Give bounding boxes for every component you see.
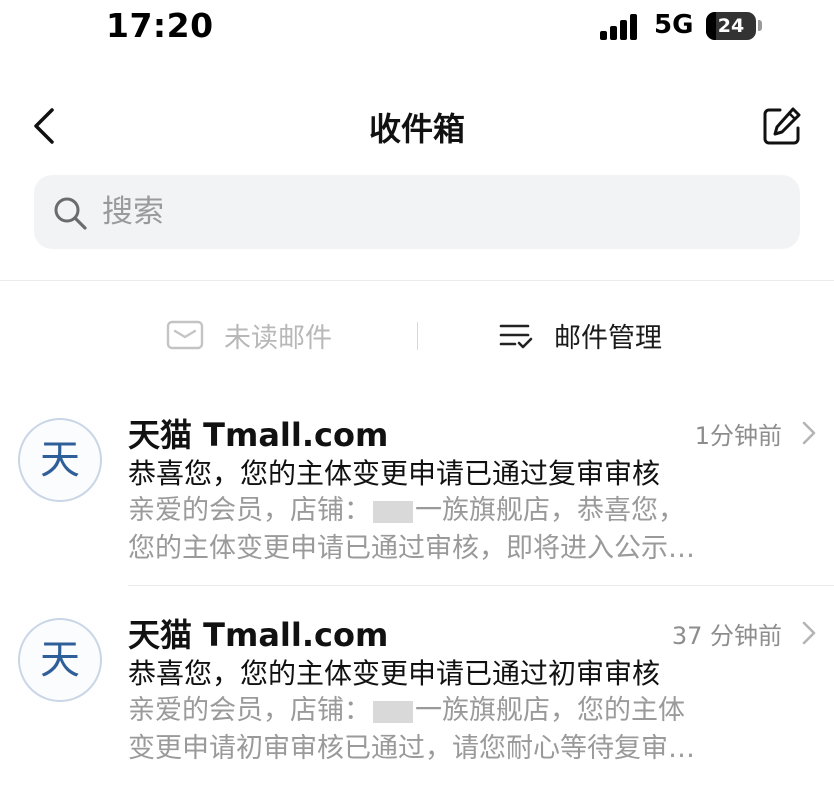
mail-list-item[interactable]: 天 天猫 Tmall.com 37 分钟前 恭喜您，您的主体变更申请已通过初审审… [0,602,834,792]
mail-time: 1分钟前 [694,422,782,450]
mail-manage-button[interactable]: 邮件管理 [498,312,662,358]
manage-list-icon [499,324,533,349]
unread-mail-label: 未读邮件 [224,322,332,354]
network-type: 5G [654,10,694,40]
page-title: 收件箱 [368,110,465,148]
chevron-right-icon [802,421,816,445]
envelope-icon [166,320,204,350]
mail-list-item[interactable]: 天 天猫 Tmall.com 1分钟前 恭喜您，您的主体变更申请已通过复审审核 … [0,402,834,592]
status-bar: 17:20 5G 24 [0,0,834,60]
nav-bar: 收件箱 [0,90,834,160]
mail-preview-text: 一族旗舰店，您的主体 [415,695,685,726]
mail-preview-line: 变更申请初审审核已通过，请您耐心等待复审… [128,733,695,764]
section-divider [0,280,834,281]
mail-subject: 恭喜您，您的主体变更申请已通过复审审核 [128,457,661,490]
mail-preview-line: 亲爱的会员，店铺： 一族旗舰店，恭喜您， [128,492,788,530]
list-divider [128,585,834,586]
search-input[interactable] [100,175,782,249]
filter-bar: 未读邮件 邮件管理 [0,300,834,370]
chevron-right-icon [802,621,816,645]
mail-time: 37 分钟前 [671,622,782,650]
avatar: 天 [18,618,102,702]
mail-preview-text: 一族旗舰店，恭喜您， [415,495,685,526]
mail-subject: 恭喜您，您的主体变更申请已通过初审审核 [128,657,661,690]
mail-preview-text: 亲爱的会员，店铺： [128,495,371,526]
mail-preview: 亲爱的会员，店铺： 一族旗舰店，恭喜您， 您的主体变更申请已通过审核，即将进入公示… [128,492,788,568]
mail-preview: 亲爱的会员，店铺： 一族旗舰店，您的主体 变更申请初审审核已通过，请您耐心等待复审… [128,692,788,768]
search-bar[interactable] [34,175,800,249]
avatar: 天 [18,418,102,502]
status-time: 17:20 [106,6,214,45]
unread-mail-filter[interactable]: 未读邮件 [166,312,332,358]
redacted-block [373,700,413,723]
battery-level: 24 [717,15,745,37]
battery-icon: 24 [706,12,756,40]
mail-sender: 天猫 Tmall.com [128,616,389,654]
compose-icon[interactable] [760,104,804,148]
mail-preview-line: 您的主体变更申请已通过审核，即将进入公示… [128,533,695,564]
mail-sender: 天猫 Tmall.com [128,416,389,454]
mail-manage-label: 邮件管理 [554,322,662,354]
battery-nub [758,20,762,31]
chevron-left-icon[interactable] [28,106,62,146]
mail-preview-line: 亲爱的会员，店铺： 一族旗舰店，您的主体 [128,692,788,730]
filter-separator [417,322,418,350]
mail-preview-text: 亲爱的会员，店铺： [128,695,371,726]
redacted-block [373,500,413,523]
search-icon [54,197,87,230]
signal-icon [600,14,642,40]
